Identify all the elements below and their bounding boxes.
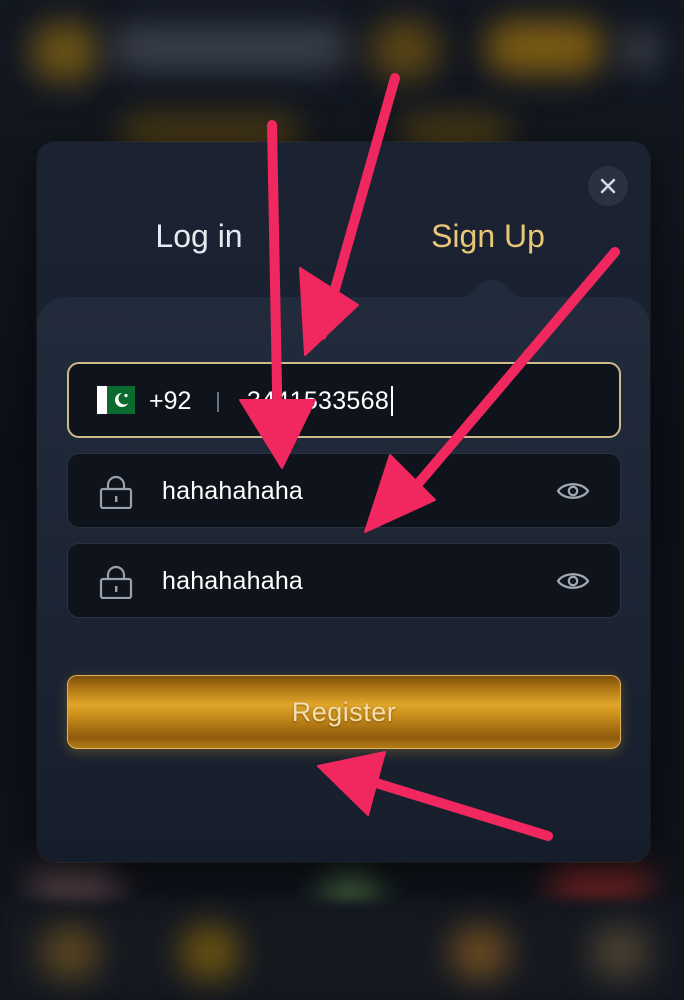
- password-field[interactable]: hahahahaha: [67, 453, 621, 528]
- background-logo: [30, 22, 100, 82]
- confirm-password-input[interactable]: hahahahaha: [162, 566, 303, 596]
- background-bottom-nav: [0, 900, 684, 1000]
- phone-value: 3441533568: [247, 387, 390, 415]
- phone-input[interactable]: 3441533568: [247, 386, 394, 416]
- pakistan-flag-icon[interactable]: [97, 386, 135, 414]
- password-input[interactable]: hahahahaha: [162, 476, 303, 506]
- close-button[interactable]: [588, 166, 628, 206]
- register-label: Register: [291, 696, 397, 727]
- register-button[interactable]: Register: [67, 675, 621, 749]
- tab-signup[interactable]: Sign Up: [378, 214, 598, 258]
- country-code[interactable]: +92: [149, 386, 191, 416]
- tab-login[interactable]: Log in: [89, 214, 309, 258]
- text-caret: [391, 386, 394, 416]
- eye-icon[interactable]: [556, 570, 590, 592]
- confirm-password-field[interactable]: hahahahaha: [67, 543, 621, 618]
- eye-icon[interactable]: [556, 480, 590, 502]
- lock-icon: [99, 475, 133, 509]
- field-divider: [217, 392, 219, 412]
- lock-icon: [99, 565, 133, 599]
- signup-form: +92 3441533568 hahahahaha hahahahaha Reg…: [37, 297, 650, 862]
- close-icon: [600, 178, 616, 194]
- phone-field[interactable]: +92 3441533568: [67, 362, 621, 438]
- auth-modal: Log in Sign Up +92 3441533568 hahahahaha…: [37, 142, 650, 862]
